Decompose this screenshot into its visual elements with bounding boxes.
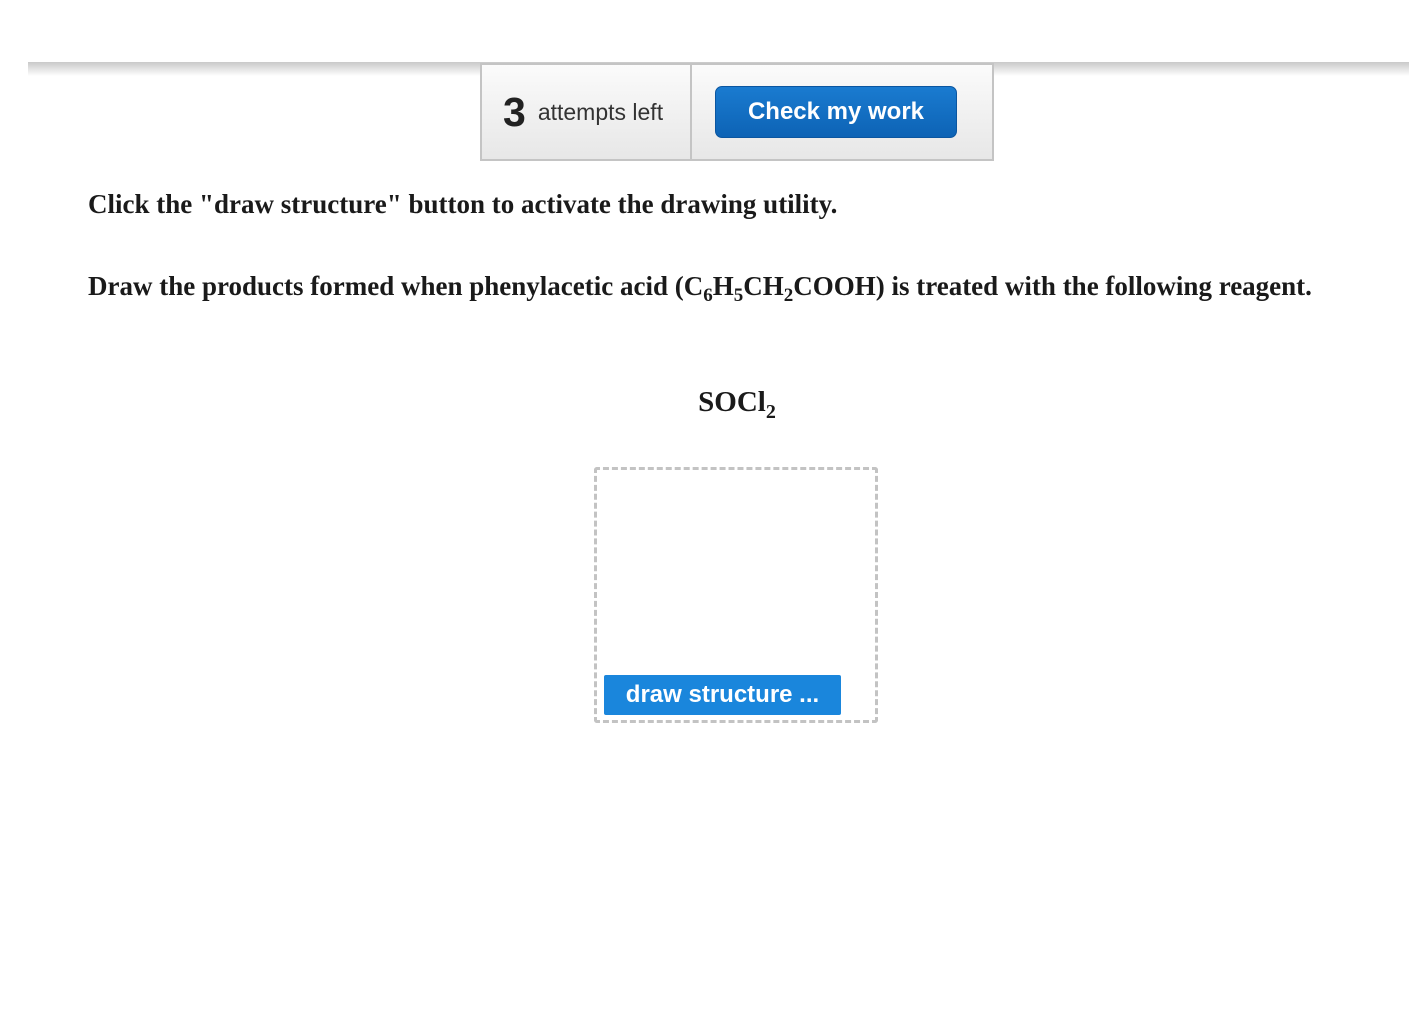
question-part-4: COOH) is treated with the following reag… bbox=[793, 271, 1312, 301]
page: 3 attempts left Check my work Click the … bbox=[0, 0, 1409, 1034]
instruction-text: Click the "draw structure" button to act… bbox=[88, 189, 838, 219]
attempts-count: 3 bbox=[503, 88, 526, 135]
attempts-indicator: 3 attempts left bbox=[482, 65, 692, 159]
question-subscript-5: 5 bbox=[733, 285, 744, 306]
question-subscript-2: 2 bbox=[783, 285, 794, 306]
draw-structure-button[interactable]: draw structure ... bbox=[604, 675, 841, 715]
check-my-work-button[interactable]: Check my work bbox=[715, 86, 957, 138]
check-work-container: Check my work bbox=[692, 65, 992, 159]
reagent-formula: SOCl2 bbox=[0, 386, 1409, 422]
question-text: Draw the products formed when phenylacet… bbox=[88, 264, 1358, 308]
assignment-toolbar: 3 attempts left Check my work bbox=[480, 63, 994, 161]
attempts-label: attempts left bbox=[537, 98, 664, 125]
question-subscript-6: 6 bbox=[703, 285, 713, 306]
question-part-3: CH bbox=[743, 271, 784, 301]
question-part-2: H bbox=[712, 271, 734, 301]
question-part-1: Draw the products formed when phenylacet… bbox=[88, 271, 704, 301]
reagent-main: SOCl bbox=[698, 386, 766, 418]
reagent-subscript: 2 bbox=[765, 401, 776, 423]
